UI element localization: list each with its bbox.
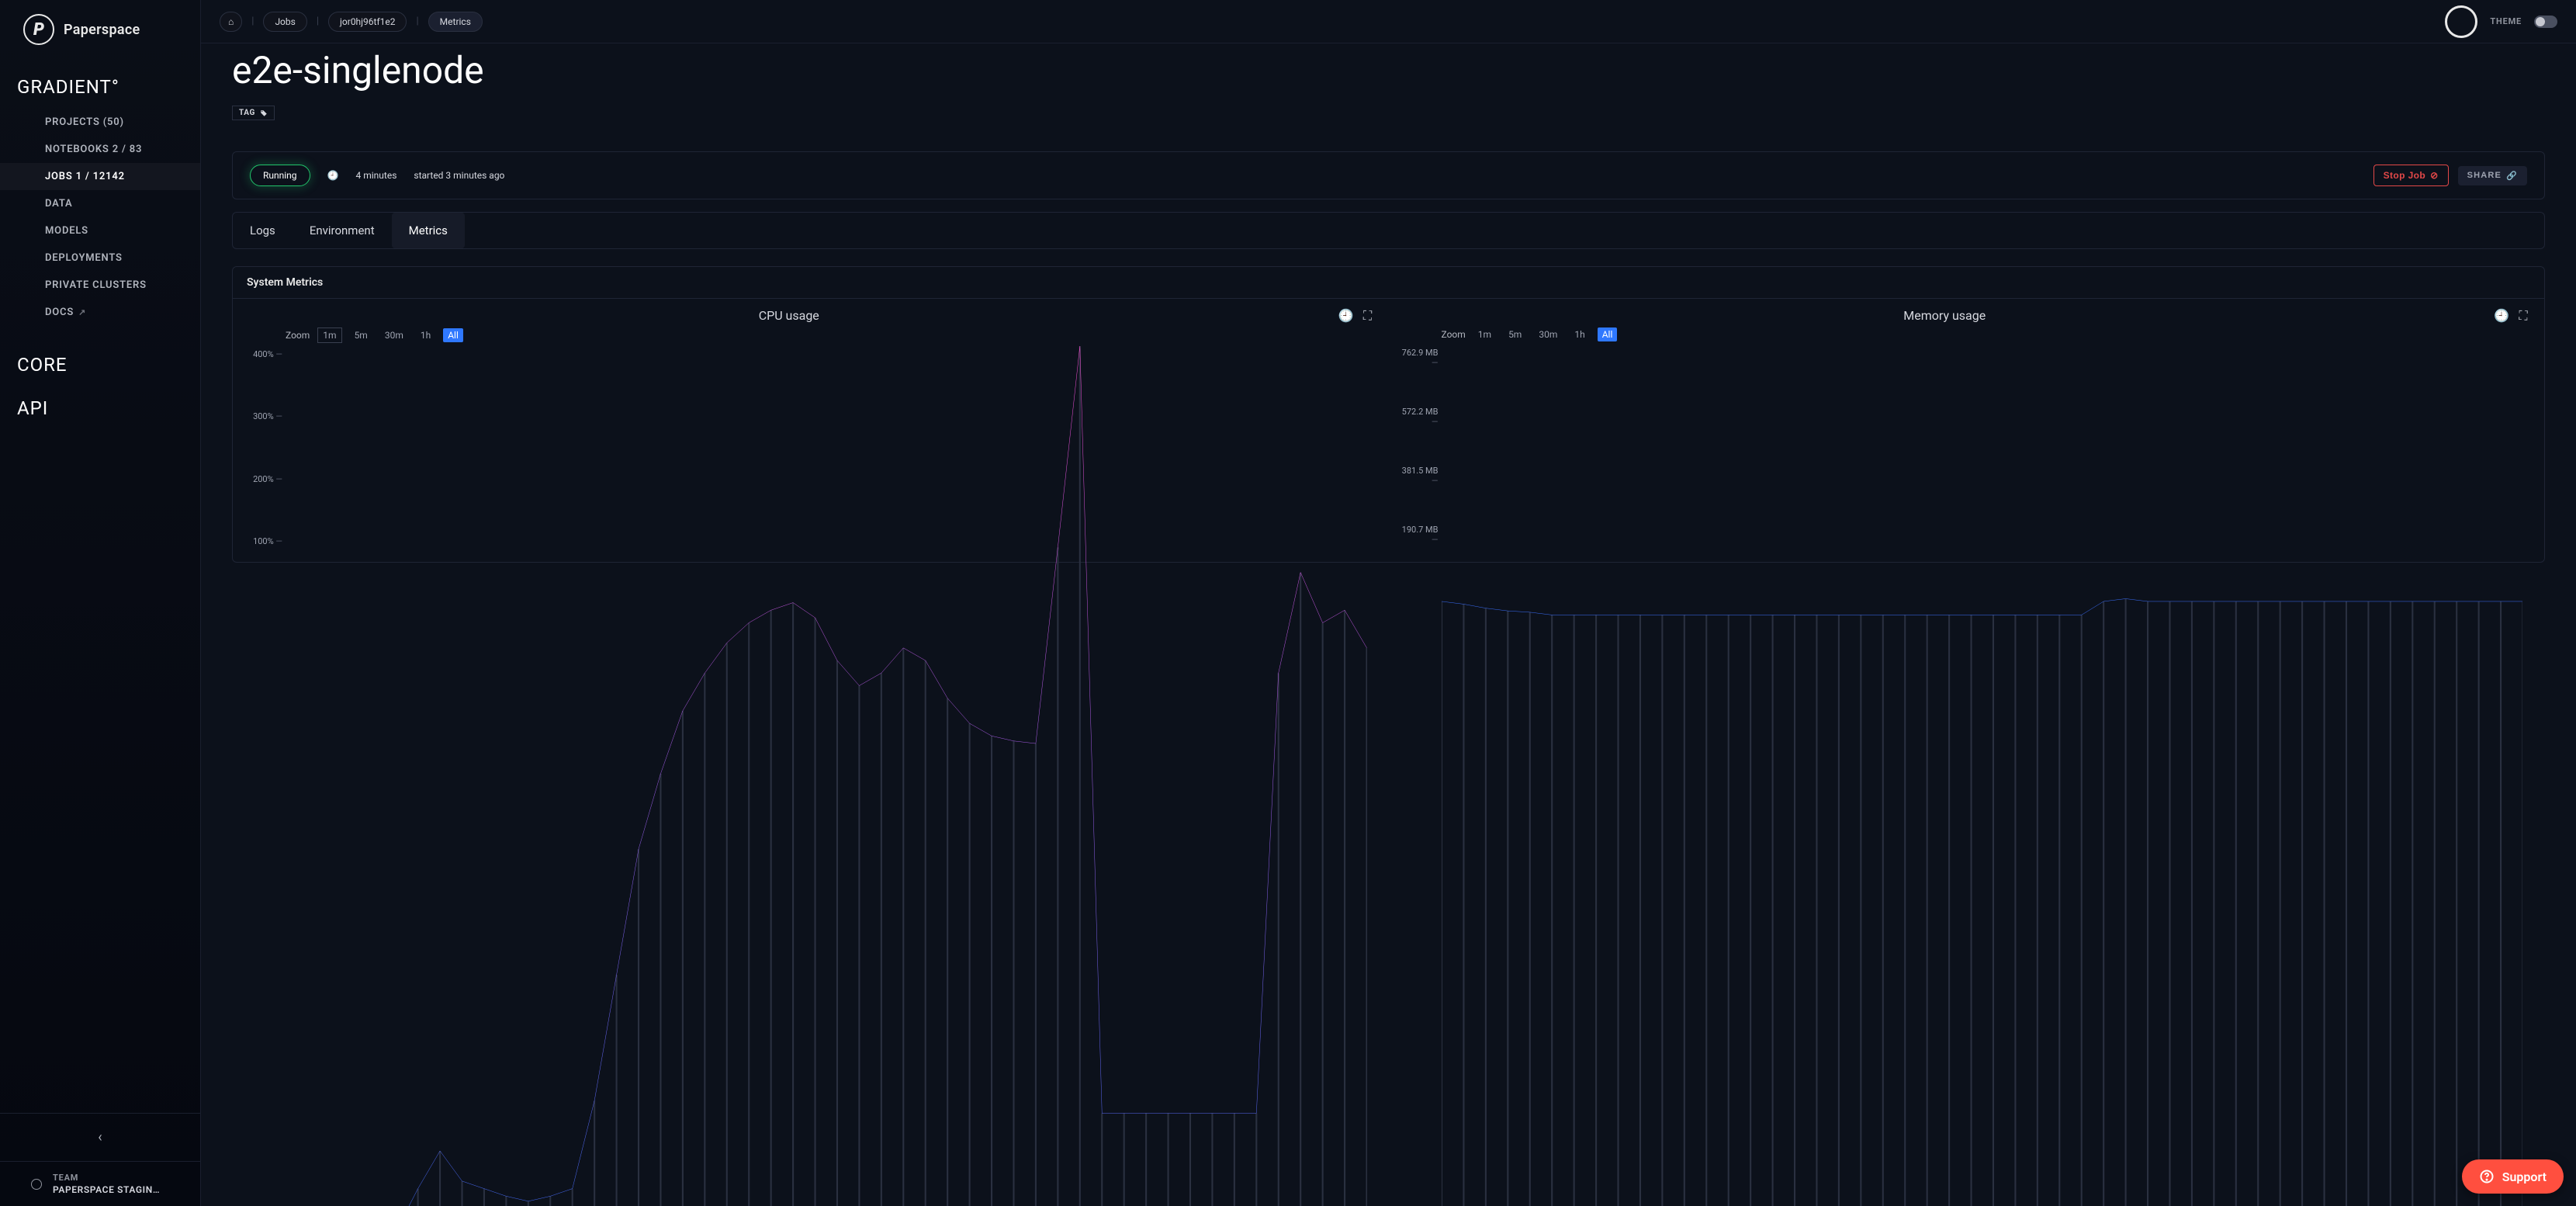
clock-icon: 🕘 [327, 170, 339, 181]
tag-icon [260, 109, 268, 117]
zoom-30m[interactable]: 30m [380, 328, 408, 342]
y-axis-labels: 762.9 MB 572.2 MB 381.5 MB 190.7 MB [1401, 345, 1439, 554]
zoom-1h[interactable]: 1h [1570, 327, 1589, 341]
crumb-metrics[interactable]: Metrics [428, 12, 483, 32]
support-button[interactable]: Support [2462, 1159, 2564, 1194]
brand-name: Paperspace [64, 22, 140, 38]
share-label: SHARE [2467, 171, 2502, 180]
nav-projects[interactable]: PROJECTS (50) [0, 109, 200, 136]
section-api[interactable]: API [0, 383, 200, 427]
status-card: Running 🕘 4 minutes started 3 minutes ag… [232, 151, 2545, 199]
stop-job-button[interactable]: Stop Job ⊘ [2373, 165, 2449, 186]
crumb-sep-icon: | [414, 16, 420, 27]
crumb-job-id[interactable]: jor0hj96tf1e2 [328, 12, 407, 32]
chart-title: Memory usage [1403, 308, 2488, 323]
started-text: started 3 minutes ago [414, 170, 504, 181]
nav-gradient: PROJECTS (50) NOTEBOOKS 2 / 83 JOBS 1 / … [0, 106, 200, 340]
nav-deployments[interactable]: DEPLOYMENTS [0, 244, 200, 272]
zoom-label: Zoom [1442, 329, 1466, 340]
main: ⌂ | Jobs | jor0hj96tf1e2 | Metrics THEME… [201, 0, 2576, 1206]
duration-text: 4 minutes [356, 170, 397, 181]
team-icon [31, 1179, 42, 1190]
team-name: PAPERSPACE STAGIN… [53, 1184, 160, 1195]
add-tag-button[interactable]: TAG [232, 106, 275, 120]
tabs: Logs Environment Metrics [232, 212, 2545, 249]
zoom-30m[interactable]: 30m [1534, 327, 1562, 341]
zoom-1h[interactable]: 1h [416, 328, 435, 342]
share-icon: 🔗 [2506, 171, 2518, 181]
sidebar-collapse[interactable]: ‹ [0, 1113, 200, 1161]
zoom-all[interactable]: All [1598, 327, 1618, 341]
nav-models[interactable]: MODELS [0, 217, 200, 244]
y-axis-labels: 400% 300% 200% 100% [245, 346, 282, 556]
section-gradient[interactable]: GRADIENT° [0, 62, 200, 106]
support-label: Support [2502, 1170, 2547, 1184]
page-title: e2e-singlenode [201, 43, 2576, 103]
stop-label: Stop Job [2384, 170, 2426, 181]
tag-label: TAG [239, 109, 255, 117]
nav-notebooks[interactable]: NOTEBOOKS 2 / 83 [0, 136, 200, 163]
crumb-home[interactable]: ⌂ [220, 12, 242, 32]
tab-logs[interactable]: Logs [233, 213, 293, 248]
zoom-all[interactable]: All [443, 328, 463, 342]
chart-clock-button[interactable]: 🕘 [2495, 309, 2508, 323]
chart-cpu: CPU usage 🕘 ⛶ Zoom 1m 5m 30m 1h All [233, 299, 1389, 562]
zoom-row: Zoom 1m 5m 30m 1h All [286, 327, 1375, 343]
chart-clock-button[interactable]: 🕘 [1339, 309, 1353, 323]
share-button[interactable]: SHARE 🔗 [2458, 166, 2527, 185]
zoom-label: Zoom [286, 330, 310, 341]
tab-environment[interactable]: Environment [293, 213, 392, 248]
external-link-icon: ↗ [78, 307, 86, 317]
status-badge: Running [250, 165, 310, 186]
stop-icon: ⊘ [2430, 170, 2438, 181]
home-icon: ⌂ [228, 16, 234, 27]
chart-title: CPU usage [247, 308, 1331, 323]
crumb-sep-icon: | [250, 16, 255, 27]
breadcrumb: ⌂ | Jobs | jor0hj96tf1e2 | Metrics [220, 12, 483, 32]
fullscreen-icon: ⛶ [1363, 308, 1372, 324]
chart-memory: Memory usage 🕘 ⛶ Zoom 1m 5m 30m 1h All [1389, 299, 2545, 562]
zoom-5m[interactable]: 5m [1504, 327, 1526, 341]
topbar: ⌂ | Jobs | jor0hj96tf1e2 | Metrics THEME [201, 0, 2576, 43]
chart-fullscreen-button[interactable]: ⛶ [2516, 309, 2530, 323]
chart-plot[interactable] [1442, 345, 2523, 1206]
nav-jobs[interactable]: JOBS 1 / 12142 [0, 163, 200, 190]
zoom-5m[interactable]: 5m [350, 328, 372, 342]
brand[interactable]: P Paperspace [0, 0, 200, 62]
team-label: TEAM [53, 1173, 160, 1183]
crumb-sep-icon: | [315, 16, 320, 27]
nav-data[interactable]: DATA [0, 190, 200, 217]
section-core[interactable]: CORE [0, 340, 200, 383]
chart-plot[interactable] [286, 346, 1367, 1206]
clock-icon: 🕘 [1338, 308, 1354, 323]
theme-label: THEME [2490, 16, 2522, 26]
chart-fullscreen-button[interactable]: ⛶ [1361, 309, 1375, 323]
zoom-1m[interactable]: 1m [317, 327, 341, 343]
team-switcher[interactable]: TEAM PAPERSPACE STAGIN… [0, 1161, 200, 1206]
help-icon [2479, 1169, 2495, 1184]
chevron-left-icon: ‹ [98, 1129, 102, 1145]
tab-metrics[interactable]: Metrics [392, 213, 465, 248]
avatar[interactable] [2445, 5, 2477, 38]
zoom-1m[interactable]: 1m [1473, 327, 1496, 341]
brand-logo-icon: P [23, 14, 54, 45]
zoom-row: Zoom 1m 5m 30m 1h All [1442, 327, 2531, 341]
crumb-jobs[interactable]: Jobs [263, 12, 306, 32]
nav-private-clusters[interactable]: PRIVATE CLUSTERS [0, 272, 200, 299]
metrics-card: System Metrics CPU usage 🕘 ⛶ Zoom 1m 5m … [232, 266, 2545, 563]
theme-toggle[interactable] [2534, 16, 2557, 28]
fullscreen-icon: ⛶ [2519, 308, 2527, 324]
metrics-head: System Metrics [233, 267, 2544, 299]
clock-icon: 🕘 [2494, 308, 2509, 323]
nav-docs[interactable]: DOCS↗ [0, 299, 200, 326]
sidebar: P Paperspace GRADIENT° PROJECTS (50) NOT… [0, 0, 201, 1206]
